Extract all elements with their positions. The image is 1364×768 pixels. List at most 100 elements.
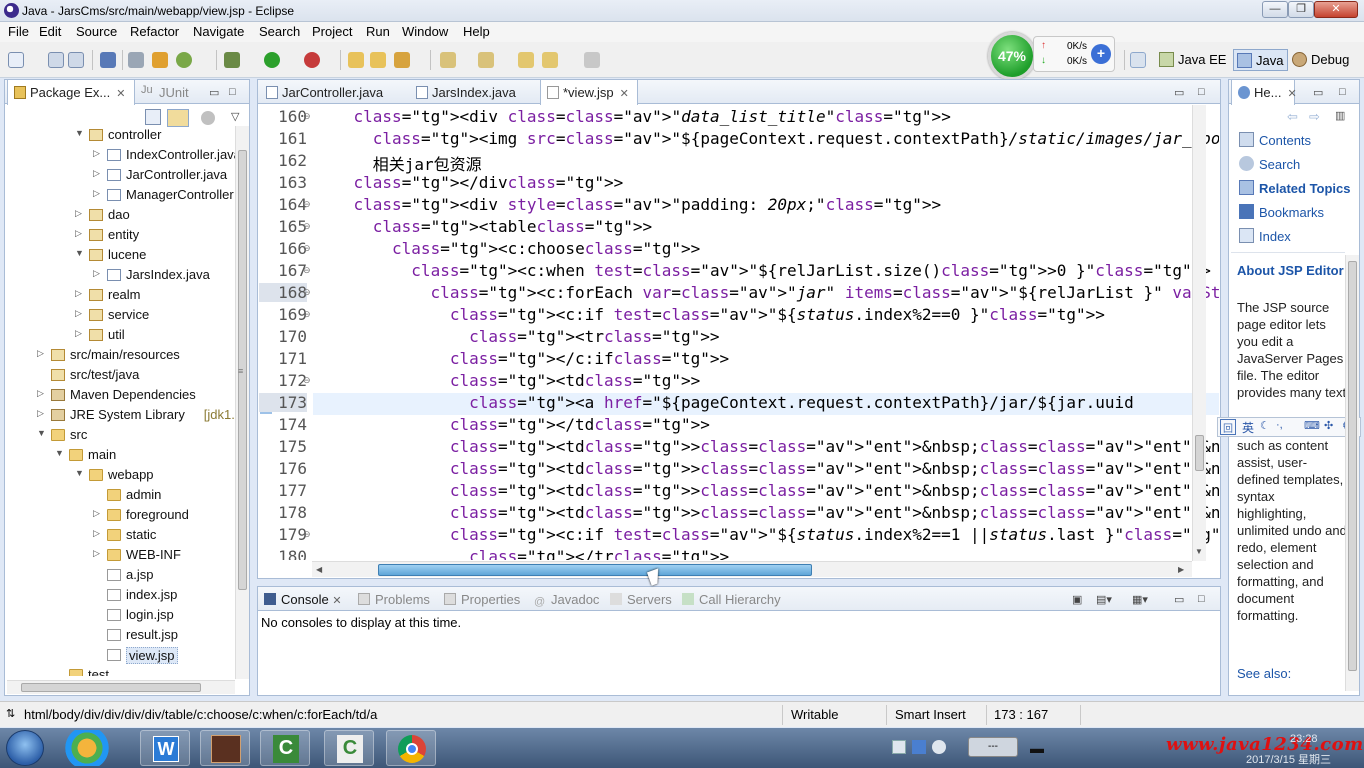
collapsed-twisty-icon[interactable]: ▷ xyxy=(75,208,82,219)
see-also-link[interactable]: See also: xyxy=(1237,665,1347,682)
code-line[interactable]: class="tg"><div style=class="av">"paddin… xyxy=(354,195,942,214)
app-colorful-icon[interactable] xyxy=(62,730,112,766)
open-folder-icon[interactable] xyxy=(370,52,386,68)
filter-icon[interactable] xyxy=(201,111,215,125)
tree-item[interactable]: ▷ ManagerController xyxy=(5,185,235,205)
code-line[interactable]: class="tg"><tdclass="tg">>class=class="a… xyxy=(450,503,1219,522)
perspective-debug[interactable]: Debug xyxy=(1289,49,1353,71)
expanded-twisty-icon[interactable]: ▼ xyxy=(37,428,46,438)
code-line[interactable]: class="tg"></tdclass="tg">> xyxy=(450,415,710,434)
tab-package-explorer[interactable]: Package Ex... ✕ xyxy=(7,80,135,105)
tree-item[interactable]: ▷ service xyxy=(5,305,235,325)
expanded-twisty-icon[interactable]: ▼ xyxy=(75,248,84,258)
ime-keyboard-icon[interactable]: ⌨ xyxy=(1304,419,1320,432)
close-button[interactable]: ✕ xyxy=(1314,1,1358,18)
ime-lang-toggle[interactable]: 英 xyxy=(1242,419,1254,436)
code-editor[interactable]: 160 ⊖ 161 162 163 164 ⊖ 165 ⊖ 166 ⊖ 167 ⊖ 168 ⊖ 169 ⊖ 170… xyxy=(259,105,1219,560)
view-menu-icon[interactable]: ▽ xyxy=(231,110,239,123)
menu-project[interactable]: Project xyxy=(312,24,352,39)
tree-item[interactable]: ▷ src/main/resources xyxy=(5,345,235,365)
scroll-down-icon[interactable]: ▼ xyxy=(1195,547,1203,556)
tree-item[interactable]: ▷ dao xyxy=(5,205,235,225)
keyboard-widget[interactable]: --- xyxy=(968,737,1018,757)
open-type-icon[interactable] xyxy=(348,52,364,68)
taskbar-app-camtasia-2[interactable]: C xyxy=(324,730,374,766)
help-forward-icon[interactable]: ⇨ xyxy=(1309,109,1320,125)
minimize-view-icon[interactable]: ▭ xyxy=(1313,86,1323,99)
pin-console-icon[interactable]: ▣ xyxy=(1072,593,1082,606)
tab-servers[interactable]: Servers xyxy=(610,592,672,607)
code-line[interactable]: class="tg"><c:chooseclass="tg">> xyxy=(392,239,700,258)
editor-vertical-scrollbar[interactable]: ▼ xyxy=(1192,105,1206,561)
help-link-bookmarks[interactable]: Bookmarks xyxy=(1259,205,1324,220)
tree-item[interactable]: ▷ foreground xyxy=(5,505,235,525)
minimize-button[interactable]: — xyxy=(1262,1,1288,18)
menu-edit[interactable]: Edit xyxy=(39,24,61,39)
tree-item[interactable]: ▼ controller xyxy=(5,126,235,145)
tree-item[interactable]: ▷ WEB-INF xyxy=(5,545,235,565)
save-icon[interactable] xyxy=(48,52,64,68)
tray-icon-1[interactable] xyxy=(892,740,906,754)
prev-annotation-icon[interactable] xyxy=(478,52,494,68)
code-line[interactable]: class="tg"><img src=class="av">"${pageCo… xyxy=(373,129,1219,148)
skip-breakpoints-icon[interactable] xyxy=(128,52,144,68)
collapse-all-icon[interactable] xyxy=(145,109,161,125)
fold-icon[interactable]: ⊖ xyxy=(303,265,311,276)
collapsed-twisty-icon[interactable]: ▷ xyxy=(93,148,100,159)
ime-moon-icon[interactable]: ☾ xyxy=(1260,419,1270,432)
collapsed-twisty-icon[interactable]: ▷ xyxy=(93,508,100,519)
code-line[interactable]: class="tg"><trclass="tg">> xyxy=(469,327,719,346)
menu-run[interactable]: Run xyxy=(366,24,390,39)
code-line[interactable]: class="tg"></divclass="tg">> xyxy=(354,173,624,192)
link-with-editor-icon[interactable] xyxy=(167,109,189,127)
server-icon[interactable] xyxy=(176,52,192,68)
ime-tools-icon[interactable]: ✣ xyxy=(1324,419,1333,432)
tree-item[interactable]: view.jsp xyxy=(5,645,235,665)
menu-help[interactable]: Help xyxy=(463,24,490,39)
collapsed-twisty-icon[interactable]: ▷ xyxy=(37,408,44,419)
new-icon[interactable] xyxy=(8,52,24,68)
tree-item[interactable]: ▷ Maven Dependencies xyxy=(5,385,235,405)
collapsed-twisty-icon[interactable]: ▷ xyxy=(37,348,44,359)
open-console-icon[interactable]: ▦▾ xyxy=(1132,593,1148,606)
code-line[interactable]: class="tg"><tdclass="tg">>class=class="a… xyxy=(450,481,1219,500)
tree-item[interactable]: ▼ src xyxy=(5,425,235,445)
next-annotation-icon[interactable] xyxy=(440,52,456,68)
perspective-java-ee[interactable]: Java EE xyxy=(1156,49,1230,71)
collapsed-twisty-icon[interactable]: ▷ xyxy=(75,308,82,319)
code-line[interactable]: class="tg"><c:if test=class="av">"${stat… xyxy=(450,305,1105,324)
fold-icon[interactable]: ⊖ xyxy=(303,199,311,210)
help-link-contents[interactable]: Contents xyxy=(1259,133,1311,148)
collapsed-twisty-icon[interactable]: ▷ xyxy=(75,328,82,339)
scroll-thumb[interactable] xyxy=(1348,261,1357,671)
fold-icon[interactable]: ⊖ xyxy=(303,111,311,122)
help-menu-icon[interactable]: ▥ xyxy=(1335,109,1345,122)
maximize-view-icon[interactable]: □ xyxy=(1198,593,1205,605)
menu-refactor[interactable]: Refactor xyxy=(130,24,179,39)
start-button-icon[interactable] xyxy=(6,730,44,766)
tree-item[interactable]: ▼ lucene xyxy=(5,245,235,265)
scroll-thumb[interactable] xyxy=(378,564,812,576)
ime-punct-icon[interactable]: ·, xyxy=(1276,419,1283,431)
help-link-search[interactable]: Search xyxy=(1259,157,1300,172)
explorer-vertical-scrollbar[interactable]: ≡ xyxy=(235,126,249,679)
tab-console[interactable]: Console ✕ xyxy=(264,592,342,607)
collapsed-twisty-icon[interactable]: ▷ xyxy=(93,548,100,559)
tree-item[interactable]: ▷ entity xyxy=(5,225,235,245)
open-perspective-icon[interactable] xyxy=(1130,52,1146,68)
tray-icon-3[interactable] xyxy=(932,740,946,754)
menu-file[interactable]: File xyxy=(8,24,29,39)
cpu-meter[interactable]: 47% xyxy=(988,32,1036,80)
help-link-index[interactable]: Index xyxy=(1259,229,1291,244)
code-line[interactable]: class="tg"><a href="${pageContext.reques… xyxy=(469,393,1134,412)
code-line[interactable]: class="tg"><tdclass="tg">>class=class="a… xyxy=(450,437,1219,456)
tab-jarcontroller[interactable]: JarController.java xyxy=(260,80,412,104)
tab-javadoc[interactable]: @ Javadoc xyxy=(534,592,599,608)
clock-time[interactable]: 23:28 xyxy=(1290,733,1318,745)
tab-jarsindex[interactable]: JarsIndex.java xyxy=(410,80,536,104)
collapsed-twisty-icon[interactable]: ▷ xyxy=(75,228,82,239)
menu-search[interactable]: Search xyxy=(259,24,300,39)
maximize-view-icon[interactable]: □ xyxy=(229,86,236,98)
code-line[interactable]: class="tg"><c:if test=class="av">"${stat… xyxy=(450,525,1219,544)
boost-button[interactable]: + xyxy=(1091,44,1111,64)
